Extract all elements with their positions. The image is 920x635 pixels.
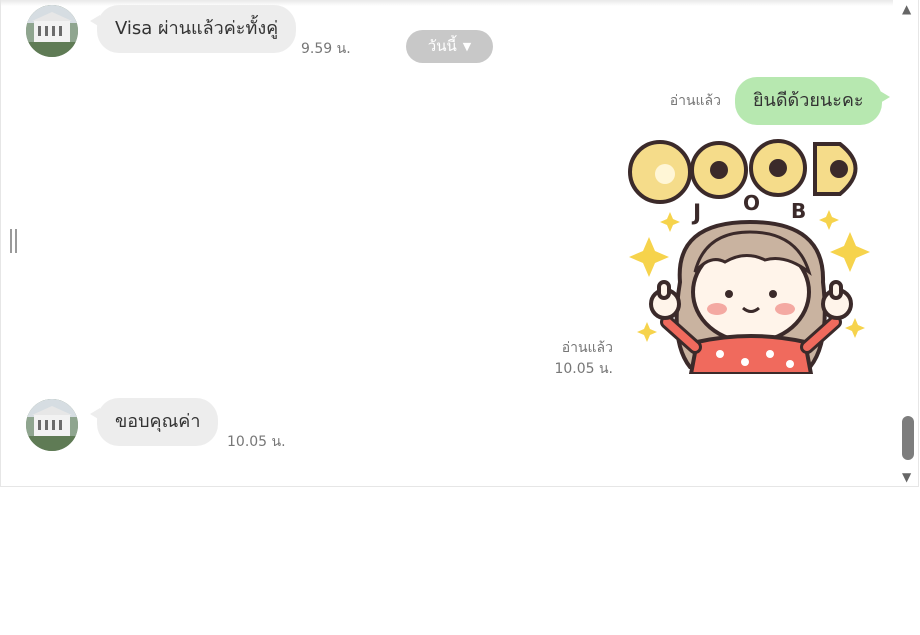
svg-text:B: B bbox=[791, 199, 806, 223]
svg-text:J: J bbox=[691, 201, 701, 226]
building-avatar-icon bbox=[26, 399, 78, 451]
message-text: Visa ผ่านแล้วค่ะทั้งคู่ bbox=[115, 18, 279, 39]
avatar[interactable] bbox=[26, 399, 78, 451]
avatar[interactable] bbox=[26, 5, 78, 57]
message-time: 10.05 น. bbox=[554, 361, 613, 377]
scrollbar-thumb[interactable] bbox=[902, 416, 914, 460]
incoming-message-bubble[interactable]: Visa ผ่านแล้วค่ะทั้งคู่ bbox=[89, 5, 297, 53]
arrow-up-icon[interactable]: ▲ bbox=[902, 2, 911, 16]
read-status: อ่านแล้ว bbox=[561, 340, 613, 356]
building-avatar-icon bbox=[26, 5, 78, 57]
arrow-down-icon[interactable]: ▼ bbox=[902, 470, 911, 484]
message-time: 10.05 น. bbox=[227, 434, 286, 450]
date-label: วันนี้ bbox=[427, 37, 457, 55]
message-time: 9.59 น. bbox=[301, 41, 351, 57]
date-divider-dropdown[interactable]: วันนี้ ▼ bbox=[406, 30, 493, 63]
chat-message-area: Visa ผ่านแล้วค่ะทั้งคู่ 9.59 น. วันนี้ ▼ … bbox=[0, 0, 919, 487]
good-job-sticker-image: J O B bbox=[628, 139, 870, 376]
caret-down-icon: ▼ bbox=[462, 40, 472, 53]
outgoing-message-bubble[interactable]: ยินดีด้วยนะคะ bbox=[735, 77, 890, 125]
resize-handle-icon[interactable] bbox=[10, 229, 20, 253]
message-text: ยินดีด้วยนะคะ bbox=[753, 90, 864, 111]
svg-text:O: O bbox=[743, 191, 760, 215]
message-text: ขอบคุณค่า bbox=[115, 411, 201, 432]
read-status: อ่านแล้ว bbox=[669, 93, 721, 109]
incoming-message-bubble[interactable]: ขอบคุณค่า bbox=[89, 398, 219, 446]
good-job-sticker[interactable]: J O B bbox=[625, 132, 877, 376]
